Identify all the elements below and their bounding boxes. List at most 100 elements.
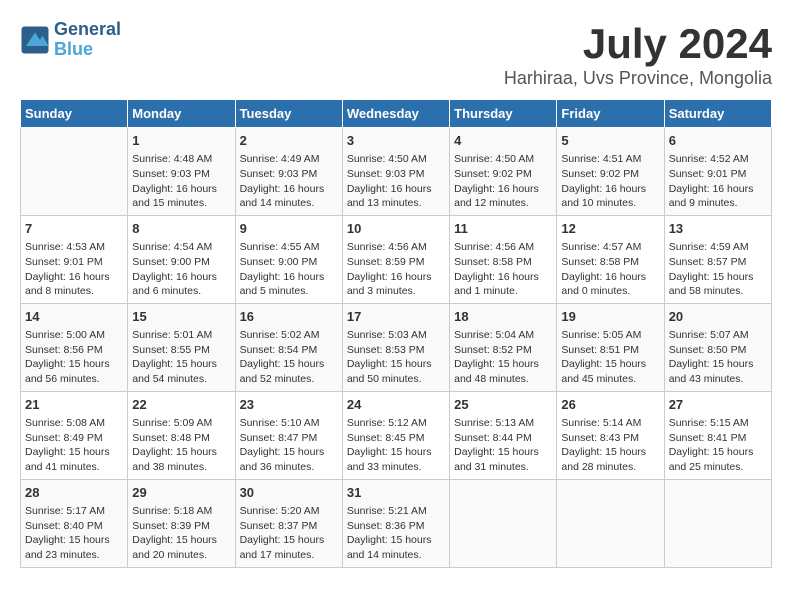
cell-info-line: and 52 minutes. bbox=[240, 372, 338, 387]
day-number: 2 bbox=[240, 132, 338, 150]
cell-info-line: Daylight: 15 hours bbox=[347, 445, 445, 460]
cell-info-line: and 38 minutes. bbox=[132, 460, 230, 475]
cell-info-line: and 14 minutes. bbox=[240, 196, 338, 211]
cell-info-line: Daylight: 15 hours bbox=[132, 357, 230, 372]
calendar-cell: 4Sunrise: 4:50 AMSunset: 9:02 PMDaylight… bbox=[450, 128, 557, 216]
cell-info-line: and 3 minutes. bbox=[347, 284, 445, 299]
cell-info-line: Sunrise: 5:07 AM bbox=[669, 328, 767, 343]
cell-info-line: Sunset: 8:55 PM bbox=[132, 343, 230, 358]
calendar-cell: 26Sunrise: 5:14 AMSunset: 8:43 PMDayligh… bbox=[557, 391, 664, 479]
cell-info-line: Sunrise: 5:04 AM bbox=[454, 328, 552, 343]
cell-info-line: Daylight: 15 hours bbox=[669, 357, 767, 372]
cell-info-line: and 9 minutes. bbox=[669, 196, 767, 211]
cell-info-line: Sunset: 8:56 PM bbox=[25, 343, 123, 358]
day-number: 8 bbox=[132, 220, 230, 238]
calendar-cell: 21Sunrise: 5:08 AMSunset: 8:49 PMDayligh… bbox=[21, 391, 128, 479]
cell-info-line: Sunrise: 4:56 AM bbox=[347, 240, 445, 255]
cell-info-line: Daylight: 15 hours bbox=[25, 445, 123, 460]
cell-info-line: Sunrise: 5:01 AM bbox=[132, 328, 230, 343]
cell-info-line: Sunset: 9:00 PM bbox=[132, 255, 230, 270]
day-number: 27 bbox=[669, 396, 767, 414]
calendar-week-row: 14Sunrise: 5:00 AMSunset: 8:56 PMDayligh… bbox=[21, 303, 772, 391]
cell-info-line: Sunset: 9:01 PM bbox=[25, 255, 123, 270]
day-number: 21 bbox=[25, 396, 123, 414]
calendar-cell bbox=[557, 479, 664, 567]
cell-info-line: Sunrise: 4:59 AM bbox=[669, 240, 767, 255]
day-header-sunday: Sunday bbox=[21, 100, 128, 128]
cell-info-line: Daylight: 15 hours bbox=[25, 357, 123, 372]
title-block: July 2024 Harhiraa, Uvs Province, Mongol… bbox=[504, 20, 772, 89]
cell-info-line: Sunrise: 5:18 AM bbox=[132, 504, 230, 519]
cell-info-line: and 12 minutes. bbox=[454, 196, 552, 211]
cell-info-line: Sunrise: 5:10 AM bbox=[240, 416, 338, 431]
cell-info-line: and 45 minutes. bbox=[561, 372, 659, 387]
calendar-cell: 25Sunrise: 5:13 AMSunset: 8:44 PMDayligh… bbox=[450, 391, 557, 479]
cell-info-line: Sunrise: 5:12 AM bbox=[347, 416, 445, 431]
cell-info-line: Sunset: 9:02 PM bbox=[561, 167, 659, 182]
calendar-cell: 7Sunrise: 4:53 AMSunset: 9:01 PMDaylight… bbox=[21, 215, 128, 303]
cell-info-line: Daylight: 16 hours bbox=[132, 270, 230, 285]
cell-info-line: and 13 minutes. bbox=[347, 196, 445, 211]
calendar-cell: 19Sunrise: 5:05 AMSunset: 8:51 PMDayligh… bbox=[557, 303, 664, 391]
day-number: 25 bbox=[454, 396, 552, 414]
cell-info-line: Sunrise: 5:03 AM bbox=[347, 328, 445, 343]
cell-info-line: Daylight: 16 hours bbox=[347, 182, 445, 197]
cell-info-line: Daylight: 16 hours bbox=[240, 270, 338, 285]
calendar-cell: 2Sunrise: 4:49 AMSunset: 9:03 PMDaylight… bbox=[235, 128, 342, 216]
cell-info-line: Sunrise: 5:00 AM bbox=[25, 328, 123, 343]
cell-info-line: Sunrise: 5:14 AM bbox=[561, 416, 659, 431]
calendar-week-row: 21Sunrise: 5:08 AMSunset: 8:49 PMDayligh… bbox=[21, 391, 772, 479]
cell-info-line: and 31 minutes. bbox=[454, 460, 552, 475]
calendar-cell bbox=[450, 479, 557, 567]
cell-info-line: Daylight: 15 hours bbox=[347, 357, 445, 372]
day-number: 24 bbox=[347, 396, 445, 414]
cell-info-line: Sunrise: 4:50 AM bbox=[347, 152, 445, 167]
days-header-row: SundayMondayTuesdayWednesdayThursdayFrid… bbox=[21, 100, 772, 128]
cell-info-line: Sunset: 8:40 PM bbox=[25, 519, 123, 534]
cell-info-line: Sunrise: 4:55 AM bbox=[240, 240, 338, 255]
cell-info-line: and 15 minutes. bbox=[132, 196, 230, 211]
day-header-wednesday: Wednesday bbox=[342, 100, 449, 128]
cell-info-line: Daylight: 15 hours bbox=[454, 357, 552, 372]
calendar-cell: 27Sunrise: 5:15 AMSunset: 8:41 PMDayligh… bbox=[664, 391, 771, 479]
day-number: 11 bbox=[454, 220, 552, 238]
cell-info-line: and 58 minutes. bbox=[669, 284, 767, 299]
calendar-cell: 11Sunrise: 4:56 AMSunset: 8:58 PMDayligh… bbox=[450, 215, 557, 303]
calendar-cell: 8 Sunrise: 4:54 AMSunset: 9:00 PMDaylight… bbox=[128, 215, 235, 303]
calendar-cell: 10Sunrise: 4:56 AMSunset: 8:59 PMDayligh… bbox=[342, 215, 449, 303]
cell-info-line: Daylight: 16 hours bbox=[561, 270, 659, 285]
cell-info-line: Sunset: 9:03 PM bbox=[132, 167, 230, 182]
day-number: 19 bbox=[561, 308, 659, 326]
cell-info-line: Sunset: 9:01 PM bbox=[669, 167, 767, 182]
cell-info-line: and 43 minutes. bbox=[669, 372, 767, 387]
day-number: 16 bbox=[240, 308, 338, 326]
day-number: 9 bbox=[240, 220, 338, 238]
cell-info-line: Sunrise: 4:54 AM bbox=[132, 240, 230, 255]
calendar-cell: 31Sunrise: 5:21 AMSunset: 8:36 PMDayligh… bbox=[342, 479, 449, 567]
cell-info-line: and 28 minutes. bbox=[561, 460, 659, 475]
cell-info-line: Daylight: 15 hours bbox=[347, 533, 445, 548]
day-number: 1 bbox=[132, 132, 230, 150]
cell-info-line: and 20 minutes. bbox=[132, 548, 230, 563]
logo: General Blue bbox=[20, 20, 121, 60]
day-header-saturday: Saturday bbox=[664, 100, 771, 128]
location-subtitle: Harhiraa, Uvs Province, Mongolia bbox=[504, 68, 772, 89]
cell-info-line: and 54 minutes. bbox=[132, 372, 230, 387]
day-header-friday: Friday bbox=[557, 100, 664, 128]
cell-info-line: Sunrise: 5:21 AM bbox=[347, 504, 445, 519]
cell-info-line: Daylight: 16 hours bbox=[454, 270, 552, 285]
cell-info-line: Daylight: 15 hours bbox=[240, 533, 338, 548]
cell-info-line: Daylight: 16 hours bbox=[25, 270, 123, 285]
cell-info-line: and 8 minutes. bbox=[25, 284, 123, 299]
calendar-body: 1Sunrise: 4:48 AMSunset: 9:03 PMDaylight… bbox=[21, 128, 772, 568]
cell-info-line: and 36 minutes. bbox=[240, 460, 338, 475]
calendar-week-row: 1Sunrise: 4:48 AMSunset: 9:03 PMDaylight… bbox=[21, 128, 772, 216]
day-number: 29 bbox=[132, 484, 230, 502]
cell-info-line: Sunset: 8:36 PM bbox=[347, 519, 445, 534]
cell-info-line: Sunset: 8:58 PM bbox=[561, 255, 659, 270]
calendar-cell: 28Sunrise: 5:17 AMSunset: 8:40 PMDayligh… bbox=[21, 479, 128, 567]
calendar-cell bbox=[21, 128, 128, 216]
cell-info-line: Sunset: 9:03 PM bbox=[347, 167, 445, 182]
cell-info-line: and 25 minutes. bbox=[669, 460, 767, 475]
calendar-cell: 22Sunrise: 5:09 AMSunset: 8:48 PMDayligh… bbox=[128, 391, 235, 479]
